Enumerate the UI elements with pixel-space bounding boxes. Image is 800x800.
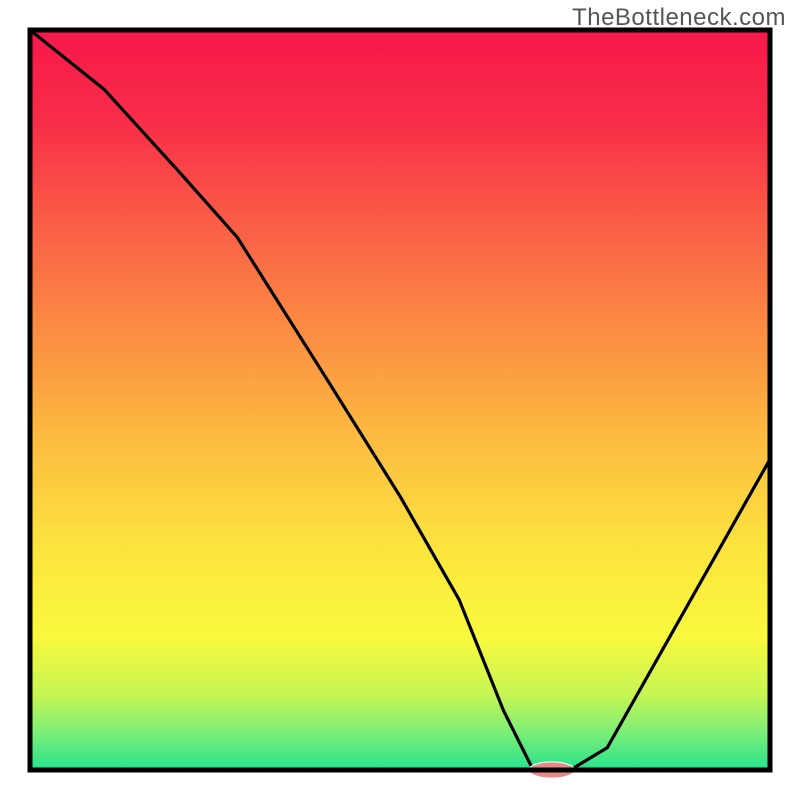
watermark-text: TheBottleneck.com [572, 4, 786, 32]
bottleneck-chart [0, 0, 800, 800]
chart-frame: TheBottleneck.com [0, 0, 800, 800]
